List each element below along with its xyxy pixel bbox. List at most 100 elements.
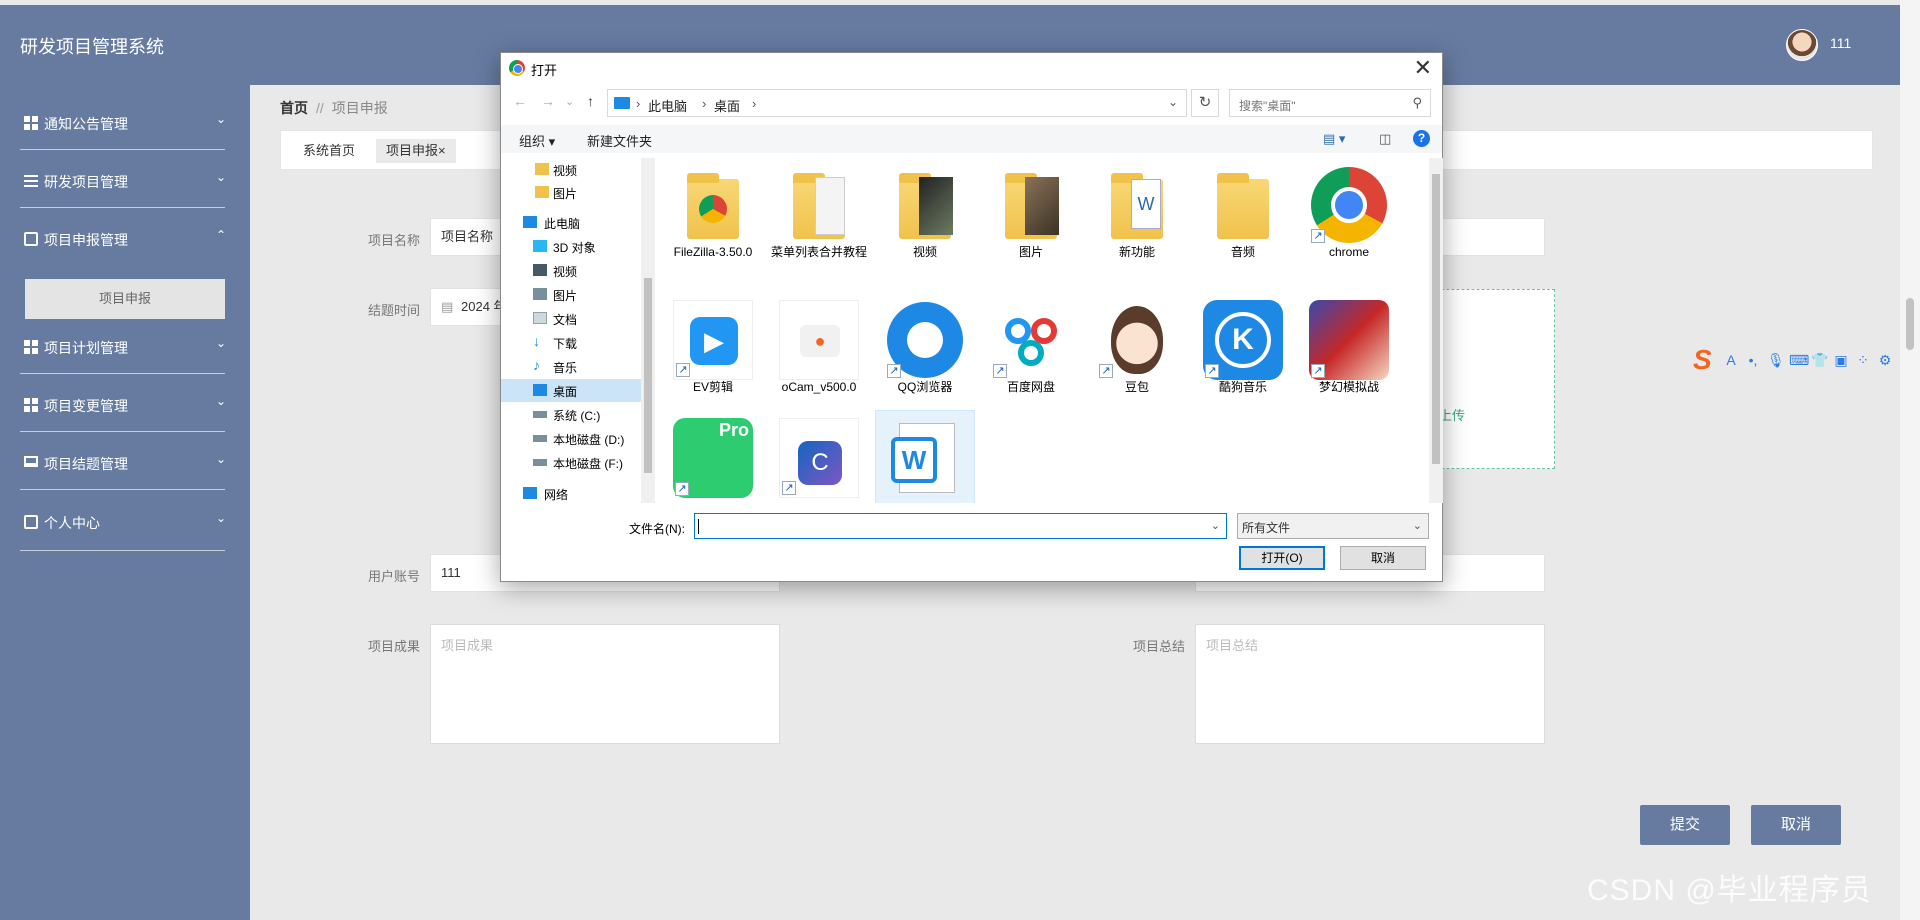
recent-chevron-icon[interactable]: ⌄ bbox=[565, 95, 574, 108]
tab-declare[interactable]: 项目申报× bbox=[376, 139, 456, 163]
ocam-glyph: ● bbox=[800, 325, 840, 357]
up-icon[interactable]: ↑ bbox=[587, 93, 594, 109]
search-input[interactable]: 搜索"桌面" ⚲ bbox=[1229, 89, 1431, 117]
preview-pane-icon[interactable]: ◫ bbox=[1379, 131, 1391, 147]
back-icon[interactable]: ← bbox=[513, 93, 527, 109]
chevron-down-icon[interactable]: ⌄ bbox=[1211, 519, 1220, 532]
nav-item-drive-f[interactable]: 本地磁盘 (F:) bbox=[501, 451, 641, 474]
file-label: chrome bbox=[1328, 245, 1369, 259]
new-folder-button[interactable]: 新建文件夹 bbox=[587, 131, 652, 150]
sidebar-subitem-declare[interactable]: 项目申报 bbox=[25, 279, 225, 319]
file-item[interactable]: 音频 bbox=[1193, 160, 1293, 275]
drive-icon bbox=[533, 411, 547, 418]
file-item[interactable]: ↗ 百度网盘 bbox=[981, 295, 1081, 410]
file-item[interactable]: FileZilla-3.50.0 bbox=[663, 160, 763, 275]
sidebar-item-notice[interactable]: 通知公告管理 ⌄ bbox=[0, 103, 250, 143]
nav-item-label: 此电脑 bbox=[544, 217, 581, 231]
nav-item-3d[interactable]: 3D 对象 bbox=[501, 235, 641, 258]
sogou-logo-icon[interactable]: S bbox=[1693, 345, 1723, 375]
keyboard-icon[interactable]: ⌨ bbox=[1789, 352, 1809, 368]
nav-item-video[interactable]: 视频 bbox=[501, 259, 641, 282]
scrollbar-thumb[interactable] bbox=[644, 278, 652, 473]
nav-item-music[interactable]: ♪ 音乐 bbox=[501, 355, 641, 378]
sidebar-item-declaration[interactable]: 项目申报管理 ⌃ bbox=[0, 219, 250, 259]
video-preview bbox=[919, 177, 953, 235]
nav-item-this-pc[interactable]: 此电脑 bbox=[501, 211, 641, 234]
nav-item-videos[interactable]: 视频 bbox=[501, 158, 641, 181]
dialog-titlebar[interactable]: 打开 ✕ bbox=[501, 53, 1442, 83]
pro-badge: Pro bbox=[718, 420, 749, 440]
file-item[interactable]: K ↗ 酷狗音乐 bbox=[1193, 295, 1293, 410]
scrollbar-thumb[interactable] bbox=[1432, 174, 1440, 464]
wps-word-icon: W bbox=[885, 415, 965, 495]
filetype-select[interactable]: 所有文件 ⌄ bbox=[1237, 513, 1429, 539]
file-item[interactable]: 图片 bbox=[981, 160, 1081, 275]
nav-item-drive-d[interactable]: 本地磁盘 (D:) bbox=[501, 427, 641, 450]
breadcrumb: 首页 // 项目申报 bbox=[280, 98, 388, 118]
nav-item-downloads[interactable]: ↓ 下载 bbox=[501, 331, 641, 354]
divider bbox=[20, 550, 225, 551]
punctuation-icon[interactable]: •, bbox=[1745, 352, 1761, 368]
nav-item-drive-c[interactable]: 系统 (C:) bbox=[501, 403, 641, 426]
dialog-cancel-button[interactable]: 取消 bbox=[1340, 546, 1426, 570]
sidebar-item-personal[interactable]: 个人中心 ⌄ bbox=[0, 502, 250, 542]
breadcrumb-home[interactable]: 首页 bbox=[280, 100, 308, 116]
nav-item-network[interactable]: 网络 bbox=[501, 482, 641, 503]
forward-icon[interactable]: → bbox=[541, 93, 555, 109]
sidebar-item-plan[interactable]: 项目计划管理 ⌄ bbox=[0, 327, 250, 367]
file-item[interactable]: ● oCam_v500.0 bbox=[769, 295, 869, 410]
view-icon[interactable]: ▤ ▾ bbox=[1323, 131, 1345, 147]
avatar[interactable] bbox=[1786, 29, 1818, 61]
file-item-hovered[interactable]: W bbox=[875, 410, 975, 503]
nav-item-documents[interactable]: 文档 bbox=[501, 307, 641, 330]
folder-video-icon bbox=[885, 165, 965, 245]
file-item[interactable]: ↗ 梦幻模拟战 bbox=[1299, 295, 1399, 410]
nav-item-pictures[interactable]: 图片 bbox=[501, 181, 641, 204]
tool-icon[interactable]: ▣ bbox=[1833, 352, 1849, 368]
organize-button[interactable]: 组织 ▾ bbox=[519, 131, 555, 150]
username[interactable]: 111 bbox=[1830, 35, 1851, 51]
sidebar-item-rd-project[interactable]: 研发项目管理 ⌄ bbox=[0, 161, 250, 201]
font-icon[interactable]: A bbox=[1723, 352, 1739, 368]
apps-icon[interactable]: ⁘ bbox=[1855, 352, 1871, 368]
sidebar-item-closure[interactable]: 项目结题管理 ⌄ bbox=[0, 443, 250, 483]
address-segment-pc[interactable]: 此电脑 bbox=[648, 96, 687, 115]
result-textarea[interactable]: 项目成果 bbox=[430, 624, 780, 744]
nav-pane-scrollbar[interactable] bbox=[641, 158, 655, 503]
refresh-button[interactable]: ↻ bbox=[1191, 89, 1219, 117]
close-icon[interactable]: ✕ bbox=[1414, 55, 1432, 81]
file-item[interactable]: ↗ QQ浏览器 bbox=[875, 295, 975, 410]
sliders-icon bbox=[24, 174, 38, 188]
file-item[interactable]: ↗ 豆包 bbox=[1087, 295, 1187, 410]
skin-icon[interactable]: 👕 bbox=[1811, 352, 1828, 368]
file-item[interactable]: 菜单列表合并教程 bbox=[769, 160, 869, 275]
close-icon[interactable]: × bbox=[438, 143, 446, 158]
sidebar-item-change[interactable]: 项目变更管理 ⌄ bbox=[0, 385, 250, 425]
nav-item-picture[interactable]: 图片 bbox=[501, 283, 641, 306]
address-bar[interactable]: › 此电脑 › 桌面 › ⌄ bbox=[607, 89, 1187, 117]
page-scrollbar[interactable] bbox=[1900, 0, 1920, 920]
summary-textarea[interactable]: 项目总结 bbox=[1195, 624, 1545, 744]
shortcut-arrow-icon: ↗ bbox=[1099, 364, 1113, 378]
sidebar-item-label: 通知公告管理 bbox=[44, 116, 128, 132]
file-item[interactable]: ↗ chrome bbox=[1299, 160, 1399, 275]
file-item[interactable]: Pro ↗ bbox=[663, 413, 763, 503]
file-item[interactable]: W 新功能 bbox=[1087, 160, 1187, 275]
file-item[interactable]: ▶ ↗ EV剪辑 bbox=[663, 295, 763, 410]
open-button[interactable]: 打开(O) bbox=[1239, 546, 1325, 570]
file-list-scrollbar[interactable] bbox=[1429, 158, 1443, 503]
chevron-down-icon[interactable]: ⌄ bbox=[1168, 95, 1178, 109]
file-item[interactable]: C ↗ bbox=[769, 413, 869, 503]
settings-icon[interactable]: ⚙ bbox=[1877, 352, 1893, 368]
mic-icon[interactable]: 🎙 bbox=[1767, 352, 1785, 368]
tab-home[interactable]: 系统首页 bbox=[293, 139, 365, 163]
cancel-button[interactable]: 取消 bbox=[1751, 805, 1841, 845]
address-segment-desktop[interactable]: 桌面 bbox=[714, 96, 740, 115]
nav-item-desktop[interactable]: 桌面 bbox=[501, 379, 641, 402]
help-icon[interactable]: ? bbox=[1413, 130, 1430, 147]
filename-input[interactable]: ⌄ bbox=[694, 513, 1227, 539]
submit-button[interactable]: 提交 bbox=[1640, 805, 1730, 845]
file-item[interactable]: 视频 bbox=[875, 160, 975, 275]
scrollbar-thumb[interactable] bbox=[1906, 298, 1914, 350]
id-card-icon bbox=[24, 515, 38, 529]
